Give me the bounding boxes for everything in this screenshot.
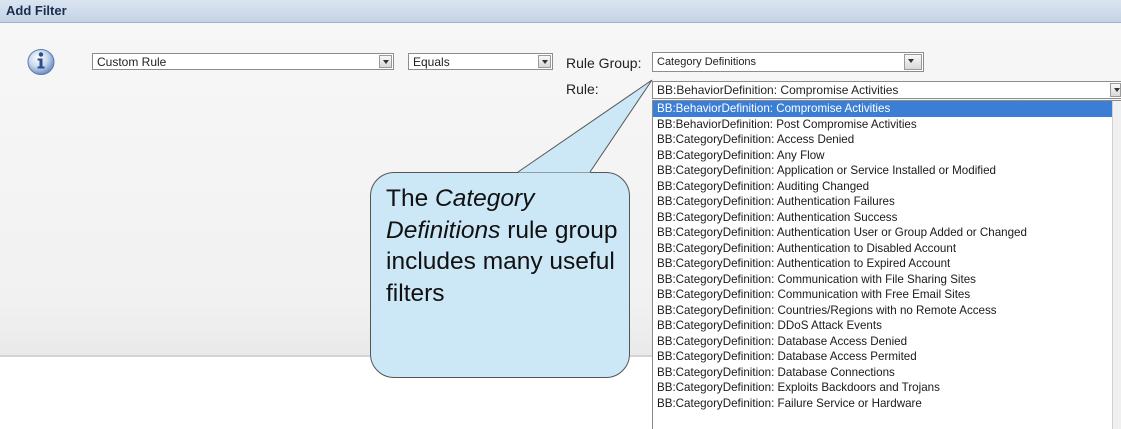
rule-option[interactable]: BB:CategoryDefinition: Application or Se… xyxy=(653,163,1121,179)
rule-select[interactable]: BB:BehaviorDefinition: Compromise Activi… xyxy=(652,81,1121,99)
callout-text: The Category Definitions rule group incl… xyxy=(386,185,618,307)
rule-group-select[interactable]: Category Definitions xyxy=(652,52,924,72)
rule-option[interactable]: BB:CategoryDefinition: Database Access P… xyxy=(653,349,1121,365)
rule-option[interactable]: BB:CategoryDefinition: Authentication to… xyxy=(653,256,1121,272)
rule-option[interactable]: BB:CategoryDefinition: Any Flow xyxy=(653,148,1121,164)
dialog-title-bar: Add Filter xyxy=(0,0,1121,23)
operator-select[interactable]: Equals xyxy=(408,53,553,70)
rule-option[interactable]: BB:CategoryDefinition: Communication wit… xyxy=(653,272,1121,288)
rule-option[interactable]: BB:CategoryDefinition: Countries/Regions… xyxy=(653,303,1121,319)
rule-option[interactable]: BB:CategoryDefinition: Authentication Fa… xyxy=(653,194,1121,210)
field-select[interactable]: Custom Rule xyxy=(92,53,394,70)
rule-option-selected[interactable]: BB:BehaviorDefinition: Compromise Activi… xyxy=(653,101,1121,117)
field-select-value: Custom Rule xyxy=(97,55,167,69)
dropdown-scrollbar[interactable] xyxy=(1112,101,1121,429)
rule-option[interactable]: BB:CategoryDefinition: Auditing Changed xyxy=(653,179,1121,195)
chevron-down-icon[interactable] xyxy=(1110,83,1121,97)
rule-option[interactable]: BB:CategoryDefinition: Access Denied xyxy=(653,132,1121,148)
dialog-title: Add Filter xyxy=(6,3,67,18)
rule-option[interactable]: BB:CategoryDefinition: Database Connecti… xyxy=(653,365,1121,381)
rule-option[interactable]: BB:CategoryDefinition: Failure Service o… xyxy=(653,396,1121,412)
info-icon xyxy=(27,49,55,75)
chevron-down-icon[interactable] xyxy=(538,55,551,68)
chevron-down-icon[interactable] xyxy=(904,54,922,70)
rule-label: Rule: xyxy=(566,81,599,97)
rule-group-value: Category Definitions xyxy=(657,56,757,68)
rule-select-value: BB:BehaviorDefinition: Compromise Activi… xyxy=(657,83,899,97)
rule-option[interactable]: BB:CategoryDefinition: Authentication Us… xyxy=(653,225,1121,241)
rule-option[interactable]: BB:CategoryDefinition: Exploits Backdoor… xyxy=(653,380,1121,396)
rule-option[interactable]: BB:CategoryDefinition: Authentication Su… xyxy=(653,210,1121,226)
operator-select-value: Equals xyxy=(413,55,450,69)
rule-group-label: Rule Group: xyxy=(566,55,642,71)
chevron-down-icon[interactable] xyxy=(379,55,392,68)
rule-dropdown-list[interactable]: BB:BehaviorDefinition: Compromise Activi… xyxy=(652,100,1121,429)
rule-option[interactable]: BB:BehaviorDefinition: Post Compromise A… xyxy=(653,117,1121,133)
rule-option[interactable]: BB:CategoryDefinition: Authentication to… xyxy=(653,241,1121,257)
rule-option[interactable]: BB:CategoryDefinition: Communication wit… xyxy=(653,287,1121,303)
rule-option[interactable]: BB:CategoryDefinition: Database Access D… xyxy=(653,334,1121,350)
rule-option[interactable]: BB:CategoryDefinition: DDoS Attack Event… xyxy=(653,318,1121,334)
